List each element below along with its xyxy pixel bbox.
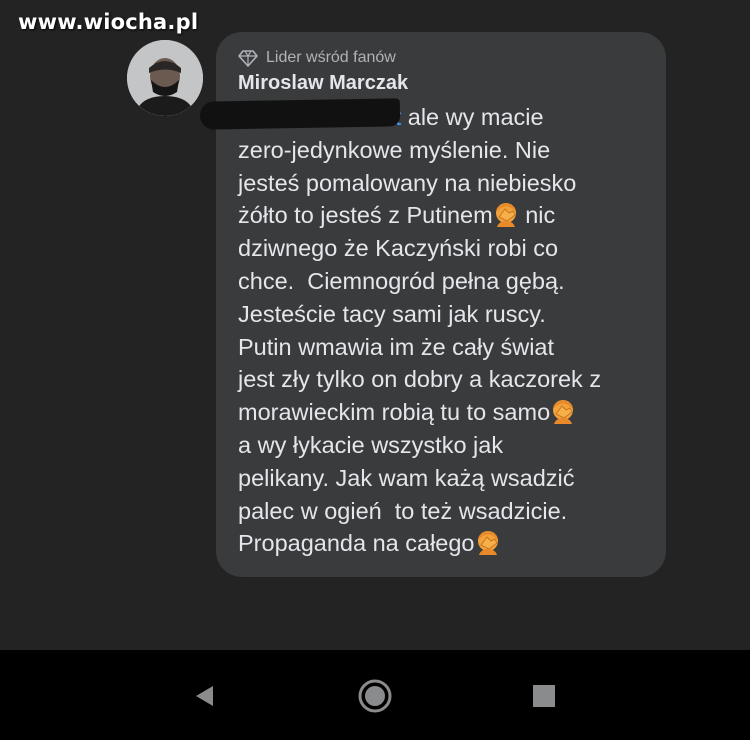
android-navbar bbox=[0, 650, 750, 740]
diamond-icon bbox=[238, 50, 258, 67]
facepalm-emoji-icon bbox=[495, 203, 516, 228]
recents-square-icon[interactable] bbox=[526, 678, 562, 714]
facepalm-emoji-icon bbox=[553, 400, 574, 425]
comment-line: zero-jedynkowe myślenie. Nie bbox=[238, 136, 551, 163]
comment-line: Jesteście tacy sami jak ruscy. bbox=[238, 300, 546, 327]
comment-line: pelikany. Jak wam każą wsadzić bbox=[238, 464, 575, 491]
comment-line: morawieckim robią tu to samo bbox=[238, 396, 658, 429]
comment-line: dziwnego że Kaczyński robi co bbox=[238, 235, 559, 262]
screen: www.wiocha.pl Lider wśród fanów Miroslaw… bbox=[0, 0, 750, 740]
back-triangle-icon[interactable] bbox=[186, 678, 222, 714]
avatar[interactable] bbox=[127, 40, 203, 116]
comment-line: Propaganda na całego bbox=[238, 527, 658, 560]
facepalm-emoji-icon bbox=[477, 531, 498, 556]
comment-line: a wy łykacie wszystko jak bbox=[238, 431, 504, 458]
home-circle-icon[interactable] bbox=[357, 678, 393, 714]
comment-line: żółto to jesteś z Putinem nic bbox=[238, 202, 556, 229]
comment-line: jesteś pomalowany na niebiesko bbox=[238, 169, 577, 196]
avatar-photo-icon bbox=[127, 40, 203, 116]
comment-line: Putin wmawia im że cały świat bbox=[238, 333, 555, 360]
comment-line: chce. Ciemnogród pełna gębą. bbox=[238, 267, 565, 294]
comment-text: tt ale wy macie zero-jedynkowe myślenie.… bbox=[238, 101, 658, 560]
comment-line: palec w ogień to też wsadzicie. bbox=[238, 497, 568, 524]
redaction-scribble bbox=[199, 98, 401, 130]
watermark: www.wiocha.pl bbox=[18, 10, 199, 34]
badge-label: Lider wśród fanów bbox=[266, 49, 396, 66]
author-name[interactable]: Miroslaw Marczak bbox=[238, 72, 408, 95]
fan-badge: Lider wśród fanów bbox=[238, 48, 396, 68]
comment-line: jest zły tylko on dobry a kaczorek z bbox=[238, 366, 602, 393]
